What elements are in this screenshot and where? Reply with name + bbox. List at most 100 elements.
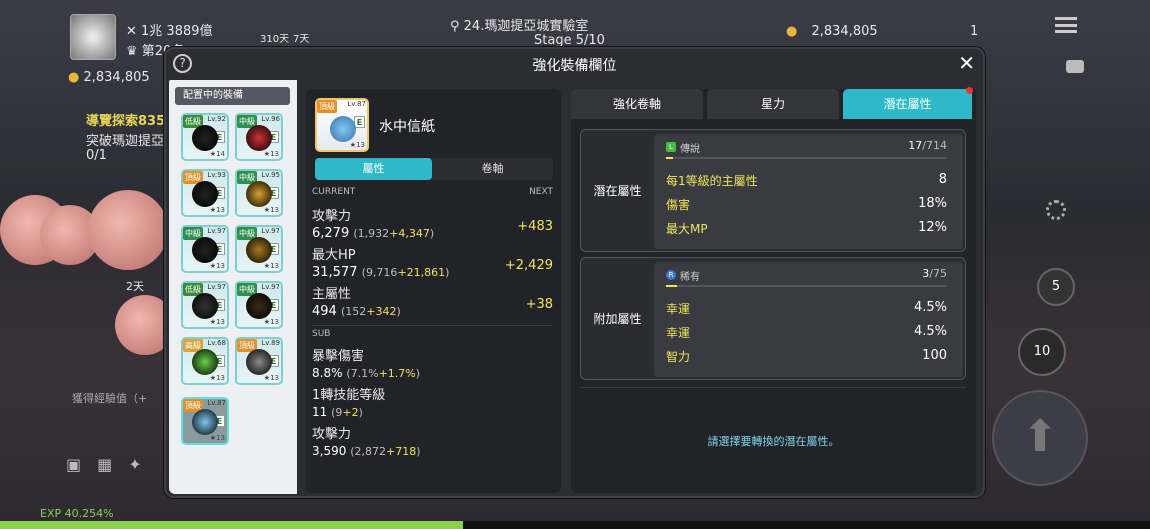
potential-line[interactable]: 智力 100 [666,348,947,365]
potential-line-name: 每1等級的主屬性 [666,174,758,188]
inventory-count[interactable]: 1 [970,24,978,39]
enhance-equipment-dialog: ? 強化裝備欄位 ✕ 配置中的裝備 低級 Lv.92 E ★14 中級 Lv.96 E ★13… [164,47,985,498]
stage-label: Stage 5/10 [534,33,605,48]
hat-icon [246,181,272,207]
cape-icon [192,181,218,207]
equipment-slot[interactable]: 中級 Lv.96 E ★13 [235,113,283,161]
stat-next: +38 [525,297,553,312]
tab-potential[interactable]: 潛在屬性 [843,89,972,119]
potential-line-name: 幸運 [666,326,691,340]
notification-dot [966,87,973,94]
selected-item-icon: 頂級 Lv.87 E ★13 [315,98,369,152]
timer-label: 2天 [126,280,144,293]
additional-grade: 稀有 [680,272,700,283]
exp-bar [0,521,1150,529]
potential-line[interactable]: 最大MP 12% [666,220,947,237]
ring-icon [246,349,272,375]
legendary-grade-icon: L [666,142,676,152]
next-label: NEXT [529,187,553,197]
enemy-mob [88,190,168,270]
potential-line-value: 8 [938,172,947,187]
potential-line[interactable]: 幸運 4.5% [666,300,947,317]
potential-line-name: 傷害 [666,198,691,212]
equipment-slot[interactable]: 中級 Lv.97 E ★13 [235,225,283,273]
settings-icon[interactable] [1046,200,1066,220]
letter-icon [192,409,218,435]
sub-divider [312,325,552,326]
location-label: ⚲ 24.瑪迦提亞城實驗室 [450,19,589,34]
equipment-slot[interactable]: 高級 Lv.68 E ★13 [181,337,229,385]
sub-stat-row: 暴擊傷害 8.8% (7.1%+1.7%) [312,345,553,383]
bottom-nav-icons[interactable]: ▣▦✦ [66,455,158,474]
equipment-slot[interactable]: 頂級 Lv.93 E ★13 [181,169,229,217]
sub-stat-row: 攻擊力 3,590 (2,872+718) [312,423,553,461]
tab-enhance-scroll[interactable]: 強化卷軸 [571,89,703,119]
sub-stat-name: 1轉技能等級 [312,388,386,403]
stat-name: 主屬性 [312,287,352,302]
equipment-slot[interactable]: 中級 Lv.95 E ★13 [235,169,283,217]
combat-power: ✕ 1兆 3889億 [126,24,213,39]
equipment-slot[interactable]: 頂級 Lv.87 E ★13 [181,397,229,445]
close-icon[interactable]: ✕ [958,51,975,75]
sub-stat-value: 11 (9+2) [312,405,363,419]
current-label: CURRENT [312,187,356,197]
potential-line[interactable]: 幸運 4.5% [666,324,947,341]
meso-display-left: ● 2,834,805 [68,70,150,85]
potential-line[interactable]: 每1等級的主屬性 8 [666,172,947,189]
avatar[interactable] [70,14,116,60]
equipment-slot[interactable]: 低級 Lv.97 E ★13 [181,281,229,329]
item-detail-panel: 頂級 Lv.87 E ★13 水中信紙 屬性 卷軸 CURRENT NEXT 攻… [306,89,561,493]
potential-progress-bar [666,157,947,159]
equipment-slot[interactable]: 中級 Lv.97 E ★13 [235,281,283,329]
equipment-slot[interactable]: 低級 Lv.92 E ★14 [181,113,229,161]
tab-attributes[interactable]: 屬性 [315,158,432,180]
potential-box: 潛在屬性 L 傳說 17/714 每1等級的主屬性 8 傷害 18% 最大MP 12% [580,129,966,252]
sub-stat-name: 攻擊力 [312,427,352,442]
stat-row: 主屬性 494 (152+342) +38 [312,283,553,321]
sub-stat-value: 8.8% (7.1%+1.7%) [312,366,421,380]
subtab-bar: 屬性 卷軸 [315,158,553,180]
potential-line-name: 最大MP [666,222,708,236]
dialog-header: ? 強化裝備欄位 ✕ [166,49,983,79]
sub-stat-value: 3,590 (2,872+718) [312,444,421,458]
potential-line-name: 智力 [666,350,691,364]
menu-icon[interactable] [1055,17,1077,33]
additional-progress-text: 3/75 [922,267,947,280]
tab-star-force[interactable]: 星力 [707,89,839,119]
additional-progress-bar [666,285,947,287]
meso-display-top: ● 2,834,805 [786,24,878,39]
quest-progress: 0/1 [86,148,107,163]
potential-line-value: 18% [918,196,947,211]
additional-label: 附加屬性 [593,312,642,326]
crown-icon [246,125,272,151]
potential-label: 潛在屬性 [593,184,642,198]
sub-label: SUB [312,329,331,339]
glove-icon [192,293,218,319]
stat-row: 最大HP 31,577 (9,716+21,861) +2,429 [312,244,553,282]
stat-next: +2,429 [504,258,553,273]
potential-line[interactable]: 傷害 18% [666,196,947,213]
belt-icon [246,237,272,263]
skill-button-10[interactable]: 10 [1018,328,1066,376]
additional-box: 附加屬性 R 稀有 3/75 幸運 4.5% 幸運 4.5% 智力 100 [580,257,966,380]
skill-button-5[interactable]: 5 [1037,268,1075,306]
exp-gain-label: 獲得經驗值（+ [72,392,148,405]
stat-next: +483 [517,219,553,234]
potential-grade: 傳說 [680,144,700,155]
rare-grade-icon: R [666,270,676,280]
quest-title[interactable]: 導覽探索835 [86,110,165,129]
equipment-slot[interactable]: 中級 Lv.97 E ★13 [181,225,229,273]
item-name: 水中信紙 [379,119,435,135]
potential-line-name: 幸運 [666,302,691,316]
jump-button[interactable]: ⬆ [992,390,1088,486]
equipment-slot[interactable]: 頂級 Lv.89 E ★13 [235,337,283,385]
potential-line-value: 100 [922,348,947,363]
stat-value: 494 (152+342) [312,304,401,319]
tab-scrolls[interactable]: 卷軸 [432,158,553,180]
skull-icon [192,237,218,263]
enhance-options-panel: 強化卷軸 星力 潛在屬性 潛在屬性 L 傳說 17/714 每1等級的主屬性 8 傷… [571,87,976,493]
section-divider [580,387,966,388]
equipped-items-panel: 配置中的裝備 低級 Lv.92 E ★14 中級 Lv.96 E ★13 頂級 Lv.93 E ★13… [169,80,297,494]
chat-icon[interactable] [1066,60,1084,73]
letter-icon [330,116,356,142]
